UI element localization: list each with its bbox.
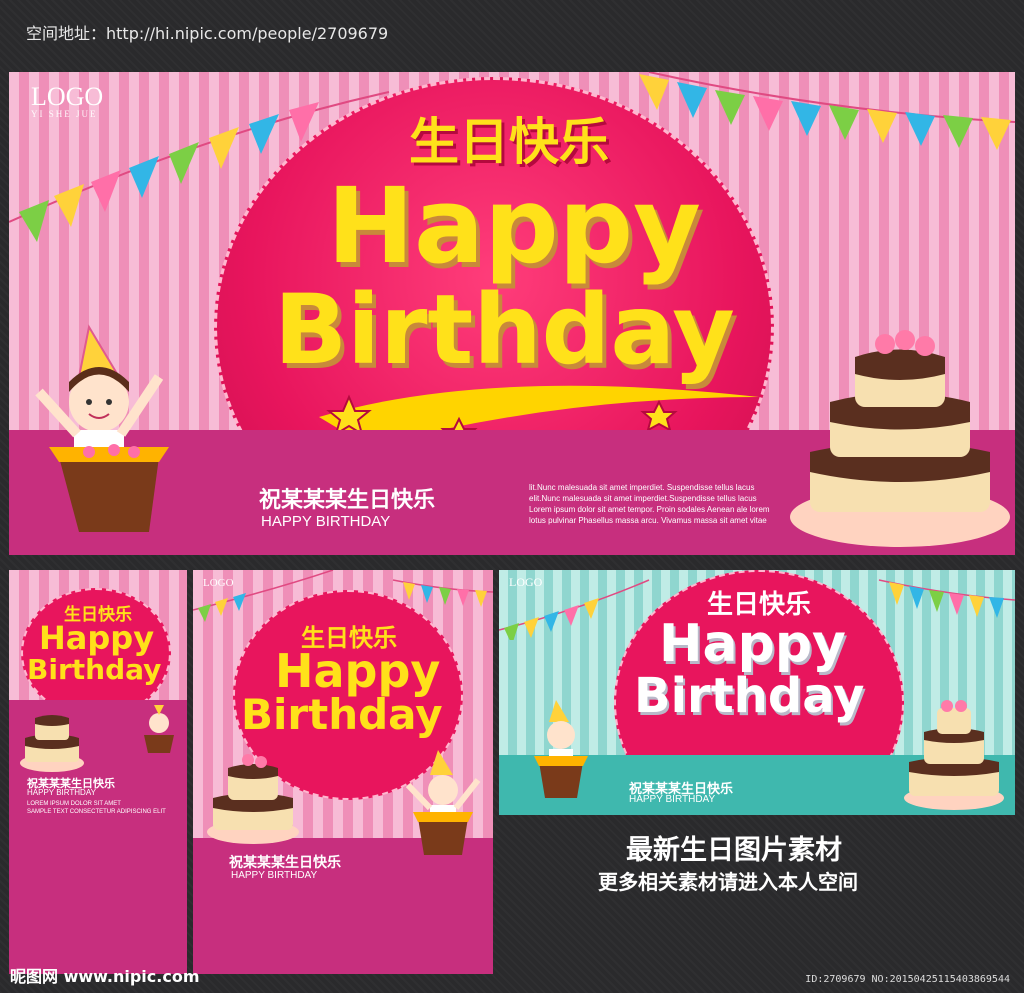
body-line: lit.Nunc malesuada sit amet imperdiet. S… [529,483,755,492]
kid-in-gift-box-illustration [534,700,588,798]
promo-title: 最新生日图片素材 [626,835,842,866]
birthday-cake-illustration [207,754,299,844]
body-line: Lorem ipsum dolor sit amet tempor. Proin… [529,505,770,514]
body-line: elit.Nunc malesuada sit amet imperdiet.S… [529,494,757,503]
caption-chinese: 祝某某某生日快乐 [259,488,436,513]
title-birthday: Birthday [274,274,735,386]
title-happy: Happy [39,619,155,657]
kid-in-gift-box-illustration [144,705,174,753]
caption-english: HAPPY BIRTHDAY [27,788,96,797]
title-happy: Happy [275,644,441,698]
logo-subtitle: YI SHE JUE [31,109,98,119]
logo-text: LOGO [509,575,543,589]
birthday-cake-illustration [20,715,84,772]
panel-small-left: 生日快乐 Happy Birthday 祝某某某生日快乐 HAPPY BIRTH… [9,570,187,974]
logo: LOGO [509,576,542,588]
url-label: 空间地址： [26,24,107,43]
kid-in-gift-box-illustration [35,324,169,532]
caption-english: HAPPY BIRTHDAY [629,794,716,805]
title-birthday: Birthday [241,690,443,739]
main-banner: LOGO YI SHE JUE 生日快乐 Happy Birthday 祝某某某… [9,72,1015,555]
panel-middle: LOGO 生日快乐 Happy Birthday 祝某某某生日快乐 HAPPY … [193,570,493,974]
footer-site: 昵图网 www.nipic.com [10,967,200,986]
body-line: SAMPLE TEXT CONSECTETUR ADIPISCING ELIT [27,809,166,815]
title-birthday: Birthday [634,668,865,724]
panel-teal: LOGO 生日快乐 Happy Birthday 祝某某某生日快乐 HAPPY … [499,570,1015,815]
url-link[interactable]: http://hi.nipic.com/people/2709679 [106,24,388,43]
body-line: LOREM IPSUM DOLOR SIT AMET [27,801,121,807]
body-text: lit.Nunc malesuada sit amet imperdiet. S… [529,482,809,526]
kid-in-gift-box-illustration [405,750,481,855]
caption-english: HAPPY BIRTHDAY [231,870,318,881]
body-text: LOREM IPSUM DOLOR SIT AMET SAMPLE TEXT C… [27,800,177,816]
caption-english: HAPPY BIRTHDAY [261,513,391,530]
promo-subtitle: 更多相关素材请进入本人空间 [598,870,858,894]
title-happy: Happy [659,614,846,674]
footer-id: ID:2709679 NO:20150425115403869544 [805,974,1010,985]
logo: LOGO YI SHE JUE [31,84,103,119]
caption-chinese: 祝某某某生日快乐 [229,855,341,871]
birthday-cake-illustration [790,330,1010,547]
logo: LOGO [203,578,234,589]
logo-text: LOGO [31,82,104,111]
birthday-cake-illustration [904,700,1004,810]
title-happy: Happy [327,165,701,287]
title-chinese: 生日快乐 [409,113,609,171]
title-birthday: Birthday [27,653,162,686]
logo-text: LOGO [203,577,234,589]
header-url: 空间地址：http://hi.nipic.com/people/2709679 [26,20,388,44]
body-line: lotus pulvinar Phasellus massa arcu. Viv… [529,516,767,525]
